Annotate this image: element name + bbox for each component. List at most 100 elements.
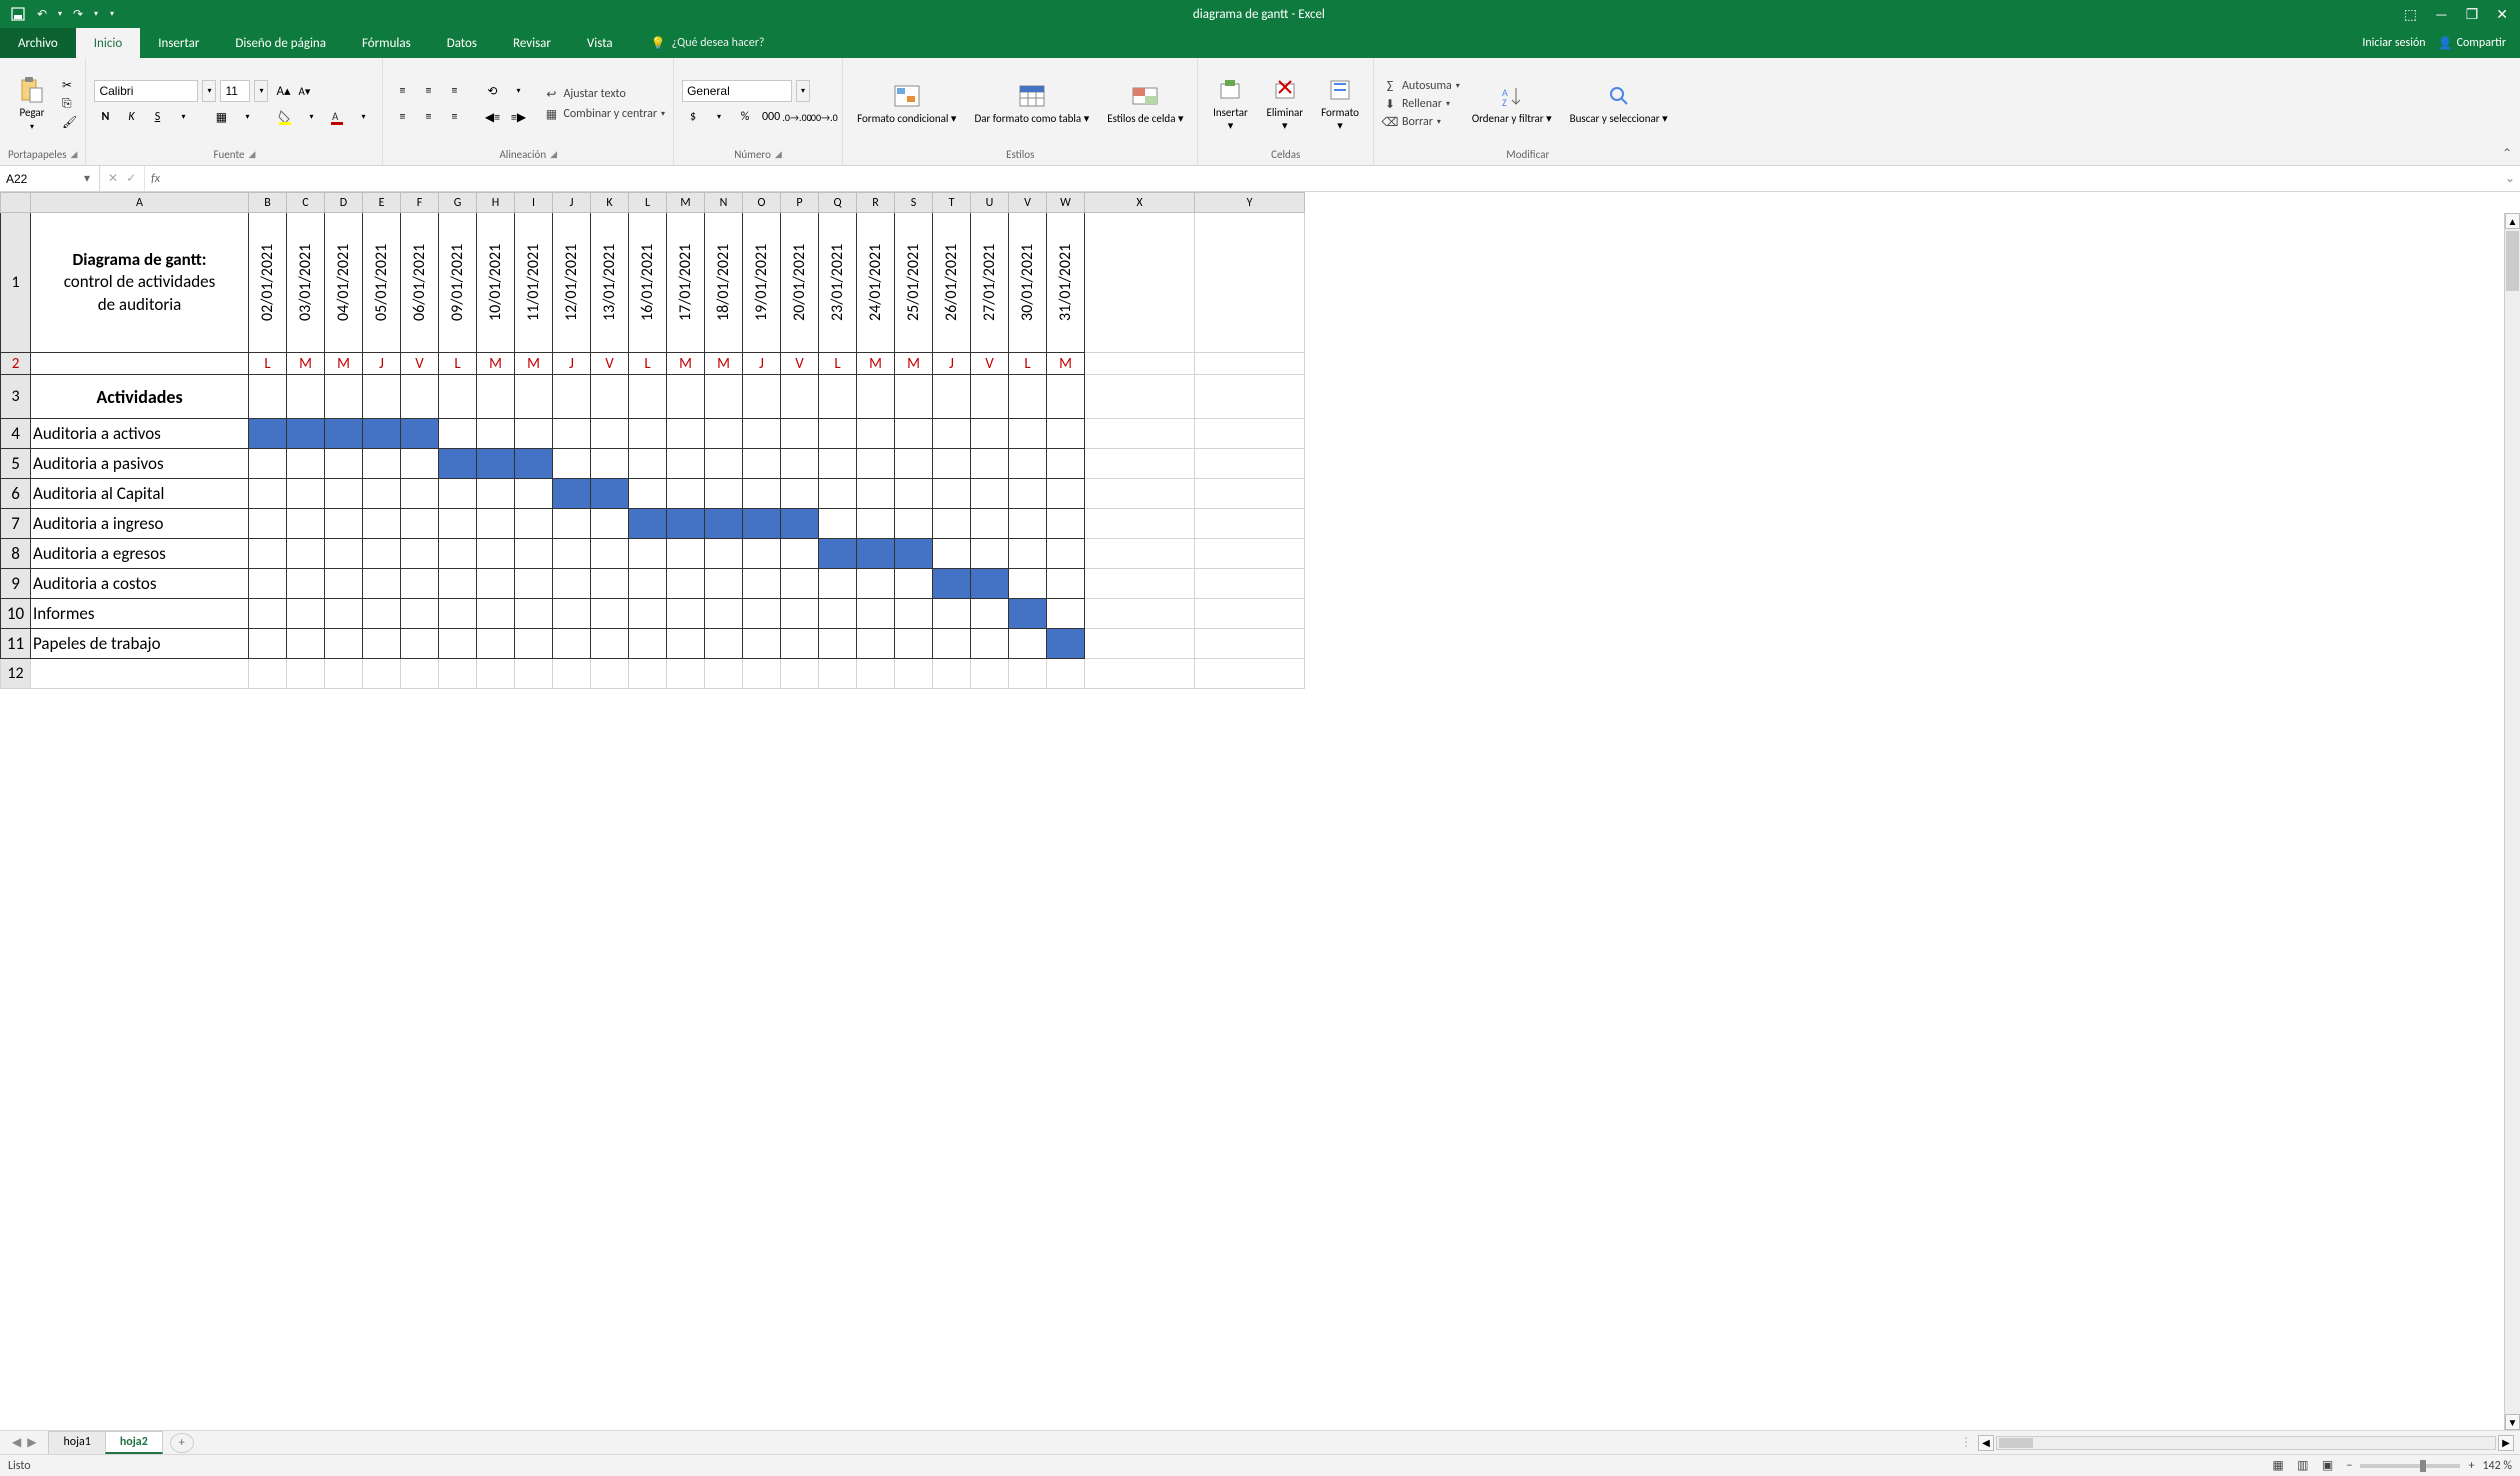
- cell[interactable]: [287, 659, 325, 689]
- chevron-down-icon[interactable]: ▾: [352, 106, 374, 128]
- cell-A2[interactable]: [31, 353, 249, 375]
- cell[interactable]: [363, 629, 401, 659]
- signin-link[interactable]: Iniciar sesión: [2362, 36, 2425, 50]
- add-sheet-button[interactable]: +: [170, 1433, 194, 1453]
- cell[interactable]: [743, 375, 781, 419]
- chevron-down-icon[interactable]: ▾: [202, 80, 216, 102]
- cell[interactable]: [439, 569, 477, 599]
- cell-date-15[interactable]: 23/01/2021: [819, 213, 857, 353]
- cell-date-1[interactable]: 03/01/2021: [287, 213, 325, 353]
- format-painter-icon[interactable]: 🖌: [62, 115, 77, 130]
- minimize-icon[interactable]: —: [2435, 6, 2448, 23]
- cell[interactable]: [1085, 479, 1195, 509]
- cell[interactable]: [249, 599, 287, 629]
- cell[interactable]: [629, 419, 667, 449]
- view-page-layout-icon[interactable]: ▥: [2292, 1457, 2314, 1475]
- sheet-nav-prev-icon[interactable]: ◀: [12, 1435, 21, 1450]
- zoom-slider[interactable]: [2360, 1464, 2460, 1468]
- col-header-W[interactable]: W: [1047, 193, 1085, 213]
- cell[interactable]: [1047, 599, 1085, 629]
- cell[interactable]: [1009, 629, 1047, 659]
- col-header-V[interactable]: V: [1009, 193, 1047, 213]
- view-page-break-icon[interactable]: ▣: [2316, 1457, 2338, 1475]
- cell[interactable]: [477, 419, 515, 449]
- clear-button[interactable]: ⌫Borrar▾: [1382, 114, 1460, 130]
- cell[interactable]: [1195, 213, 1305, 353]
- cell[interactable]: [287, 375, 325, 419]
- cell-day-18[interactable]: J: [933, 353, 971, 375]
- cell[interactable]: [743, 569, 781, 599]
- cell-day-5[interactable]: L: [439, 353, 477, 375]
- cell[interactable]: [743, 419, 781, 449]
- cell[interactable]: [363, 419, 401, 449]
- cell-A5[interactable]: Auditoria a pasivos: [31, 449, 249, 479]
- cell[interactable]: [667, 569, 705, 599]
- cell[interactable]: [1085, 353, 1195, 375]
- cell-day-8[interactable]: J: [553, 353, 591, 375]
- underline-button[interactable]: S: [146, 106, 168, 128]
- cell[interactable]: [287, 509, 325, 539]
- cell[interactable]: [819, 375, 857, 419]
- cell[interactable]: [781, 449, 819, 479]
- cell[interactable]: [629, 599, 667, 629]
- share-button[interactable]: 👤 Compartir: [2438, 36, 2506, 51]
- cell[interactable]: [249, 419, 287, 449]
- cell[interactable]: [819, 509, 857, 539]
- cell[interactable]: [1085, 599, 1195, 629]
- font-size-input[interactable]: [220, 80, 250, 102]
- cell[interactable]: [1195, 509, 1305, 539]
- cut-icon[interactable]: ✂: [62, 78, 77, 93]
- cell[interactable]: [933, 479, 971, 509]
- cell-day-21[interactable]: M: [1047, 353, 1085, 375]
- row-header-3[interactable]: 3: [1, 375, 31, 419]
- cell-day-1[interactable]: M: [287, 353, 325, 375]
- cell-date-3[interactable]: 05/01/2021: [363, 213, 401, 353]
- cell[interactable]: [971, 479, 1009, 509]
- cell[interactable]: [401, 569, 439, 599]
- cell[interactable]: [325, 509, 363, 539]
- cell[interactable]: [971, 599, 1009, 629]
- orientation-icon[interactable]: ⟲: [481, 80, 503, 102]
- ribbon-display-options-icon[interactable]: ⬚: [2404, 6, 2417, 23]
- cell[interactable]: [629, 479, 667, 509]
- cell[interactable]: [1047, 569, 1085, 599]
- sort-filter-button[interactable]: AZ Ordenar y filtrar ▾: [1466, 78, 1558, 129]
- cell-date-19[interactable]: 27/01/2021: [971, 213, 1009, 353]
- cell[interactable]: [1195, 353, 1305, 375]
- cell[interactable]: [971, 375, 1009, 419]
- cell[interactable]: [629, 449, 667, 479]
- cell[interactable]: [325, 539, 363, 569]
- cell-day-12[interactable]: M: [705, 353, 743, 375]
- tab-insertar[interactable]: Insertar: [140, 28, 217, 58]
- cell-date-21[interactable]: 31/01/2021: [1047, 213, 1085, 353]
- cell[interactable]: [439, 375, 477, 419]
- cell-day-13[interactable]: J: [743, 353, 781, 375]
- cell[interactable]: [705, 629, 743, 659]
- cell[interactable]: [249, 375, 287, 419]
- cell[interactable]: [439, 419, 477, 449]
- increase-indent-icon[interactable]: ≡▶: [507, 106, 529, 128]
- cell[interactable]: [1047, 449, 1085, 479]
- cell[interactable]: [591, 509, 629, 539]
- cell[interactable]: [819, 569, 857, 599]
- cell[interactable]: [667, 599, 705, 629]
- cell[interactable]: [1195, 599, 1305, 629]
- cell[interactable]: [1047, 539, 1085, 569]
- cell[interactable]: [1085, 213, 1195, 353]
- col-header-B[interactable]: B: [249, 193, 287, 213]
- tab-inicio[interactable]: Inicio: [76, 28, 140, 58]
- cell[interactable]: [591, 659, 629, 689]
- cell[interactable]: [705, 599, 743, 629]
- cell[interactable]: [591, 539, 629, 569]
- cell-date-2[interactable]: 04/01/2021: [325, 213, 363, 353]
- cell[interactable]: [591, 569, 629, 599]
- zoom-level[interactable]: 142 %: [2482, 1459, 2512, 1473]
- cell[interactable]: [895, 419, 933, 449]
- cell[interactable]: [591, 419, 629, 449]
- cell[interactable]: [401, 449, 439, 479]
- tab-datos[interactable]: Datos: [429, 28, 495, 58]
- cell[interactable]: [591, 375, 629, 419]
- format-cells-button[interactable]: Formato▾: [1315, 72, 1365, 136]
- row-header-7[interactable]: 7: [1, 509, 31, 539]
- cell-date-6[interactable]: 10/01/2021: [477, 213, 515, 353]
